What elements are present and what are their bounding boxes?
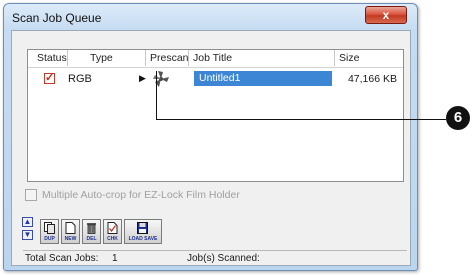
window-client-area: Status Type Prescan Job Title Size ✓ RGB… [11, 30, 411, 266]
floppy-disk-icon [137, 222, 148, 234]
check-label: CHK [107, 236, 118, 242]
new-job-icon [65, 222, 76, 234]
expand-arrow-icon[interactable]: ▶ [139, 73, 146, 84]
new-job-button[interactable]: NEW [61, 219, 80, 244]
delete-label: DEL [86, 236, 97, 242]
column-header-status[interactable]: Status [28, 50, 68, 66]
new-job-label: NEW [64, 236, 77, 242]
check-icon [107, 222, 118, 234]
delete-button[interactable]: DEL [82, 219, 101, 244]
check-button[interactable]: CHK [103, 219, 122, 244]
job-type: RGB [68, 73, 92, 85]
close-button[interactable]: x [365, 6, 407, 24]
scan-job-queue-window: Scan Job Queue x Status Type Prescan Job… [3, 3, 418, 271]
load-save-label: LOAD SAVE [128, 236, 158, 242]
column-header-size[interactable]: Size [335, 50, 403, 66]
duplicate-label: DUP [44, 236, 55, 242]
trash-icon [87, 223, 96, 234]
move-down-icon[interactable]: ▼ [22, 230, 33, 240]
window-title: Scan Job Queue [12, 11, 102, 25]
status-checkbox[interactable]: ✓ [44, 73, 55, 84]
callout-leader-line [156, 71, 446, 120]
column-header-prescan[interactable]: Prescan [146, 50, 189, 66]
column-header-type[interactable]: Type [68, 50, 146, 66]
title-bar[interactable]: Scan Job Queue x [4, 4, 417, 30]
jobs-scanned-label: Job(s) Scanned: [187, 253, 260, 264]
move-up-icon[interactable]: ▲ [22, 217, 33, 227]
list-header: Status Type Prescan Job Title Size [28, 50, 403, 68]
duplicate-icon [44, 222, 55, 234]
total-jobs-label: Total Scan Jobs: [25, 253, 99, 264]
duplicate-button[interactable]: DUP [40, 219, 59, 244]
multi-autocrop-label: Multiple Auto-crop for EZ-Lock Film Hold… [42, 189, 240, 201]
multi-autocrop-checkbox[interactable] [25, 189, 37, 201]
load-save-button[interactable]: LOAD SAVE [124, 219, 162, 244]
column-header-job-title[interactable]: Job Title [189, 50, 335, 66]
status-bar: Total Scan Jobs: 1 Job(s) Scanned: [23, 250, 407, 266]
total-jobs-count: 1 [112, 253, 118, 264]
move-job-spinner[interactable]: ▲ ▼ [22, 217, 36, 243]
callout-number-badge: 6 [446, 106, 470, 130]
